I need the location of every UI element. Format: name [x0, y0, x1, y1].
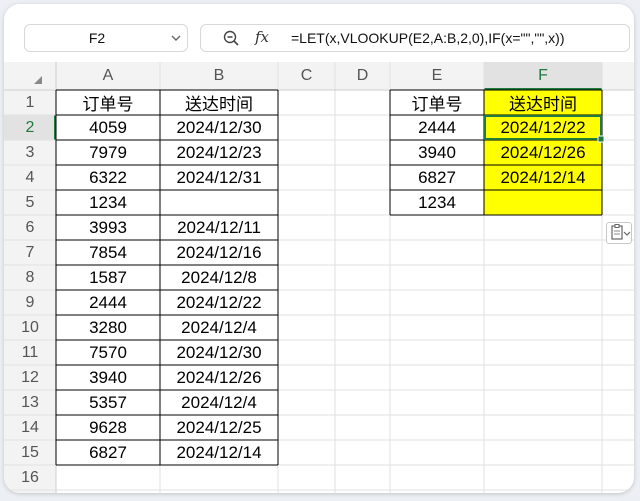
row-header-9[interactable]: 9	[4, 290, 56, 315]
cell-b9[interactable]: 2024/12/22	[160, 290, 278, 315]
cell-f1[interactable]: 送达时间	[484, 90, 602, 115]
cell-a1[interactable]: 订单号	[56, 90, 160, 115]
cell-b14[interactable]: 2024/12/25	[160, 415, 278, 440]
row-header-4[interactable]: 4	[4, 165, 56, 190]
column-header-a[interactable]: A	[56, 62, 160, 90]
formula-input[interactable]: fx =LET(x,VLOOKUP(E2,A:B,2,0),IF(x="",""…	[200, 24, 630, 52]
spreadsheet-window: F2 fx =LET(x,VLOOKUP(E2,A:B,2,0),IF(x=""…	[4, 4, 634, 493]
cell-a7[interactable]: 7854	[56, 240, 160, 265]
cell-e3[interactable]: 3940	[390, 140, 484, 165]
cell-a5[interactable]: 1234	[56, 190, 160, 215]
cell-b8[interactable]: 2024/12/8	[160, 265, 278, 290]
row-header-15[interactable]: 15	[4, 440, 56, 465]
cell-b6[interactable]: 2024/12/11	[160, 215, 278, 240]
cell-e2[interactable]: 2444	[390, 115, 484, 140]
column-header-f[interactable]: F	[484, 62, 602, 90]
row-header-16[interactable]: 16	[4, 465, 56, 490]
cell-a12[interactable]: 3940	[56, 365, 160, 390]
cell-b12[interactable]: 2024/12/26	[160, 365, 278, 390]
cell-a10[interactable]: 3280	[56, 315, 160, 340]
row-header-7[interactable]: 7	[4, 240, 56, 265]
cell-b15[interactable]: 2024/12/14	[160, 440, 278, 465]
cell-b1[interactable]: 送达时间	[160, 90, 278, 115]
column-header-e[interactable]: E	[390, 62, 484, 90]
cell-a3[interactable]: 7979	[56, 140, 160, 165]
cell-e5[interactable]: 1234	[390, 190, 484, 215]
cell-b4[interactable]: 2024/12/31	[160, 165, 278, 190]
cell-e4[interactable]: 6827	[390, 165, 484, 190]
row-header-1[interactable]: 1	[4, 90, 56, 115]
name-box-value: F2	[88, 30, 106, 46]
row-header-6[interactable]: 6	[4, 215, 56, 240]
formula-text: =LET(x,VLOOKUP(E2,A:B,2,0),IF(x="","",x)…	[291, 30, 565, 46]
cell-a15[interactable]: 6827	[56, 440, 160, 465]
row-header-11[interactable]: 11	[4, 340, 56, 365]
clipboard-icon	[611, 224, 631, 240]
cell-f3[interactable]: 2024/12/26	[484, 140, 602, 165]
cell-b3[interactable]: 2024/12/23	[160, 140, 278, 165]
zoom-icon[interactable]	[223, 30, 239, 46]
cell-f2[interactable]: 2024/12/22	[484, 115, 602, 140]
row-header-14[interactable]: 14	[4, 415, 56, 440]
row-header-2[interactable]: 2	[4, 115, 56, 140]
cell-f5[interactable]	[484, 190, 602, 215]
cell-a2[interactable]: 4059	[56, 115, 160, 140]
cell-b13[interactable]: 2024/12/4	[160, 390, 278, 415]
chevron-down-icon[interactable]	[171, 33, 181, 43]
cell-a8[interactable]: 1587	[56, 265, 160, 290]
paste-options-icon[interactable]	[606, 222, 632, 244]
row-header-3[interactable]: 3	[4, 140, 56, 165]
sheet-grid[interactable]: A B C D E F 1 2 3 4 5 6 7 8 9 10 11 12 13 14 15 16 订单号 4059 7979…	[4, 62, 634, 493]
column-header-d[interactable]: D	[335, 62, 390, 90]
cell-a13[interactable]: 5357	[56, 390, 160, 415]
row-header-5[interactable]: 5	[4, 190, 56, 215]
row-header-13[interactable]: 13	[4, 390, 56, 415]
cell-e1[interactable]: 订单号	[390, 90, 484, 115]
fx-icon[interactable]: fx	[255, 28, 269, 46]
cell-a9[interactable]: 2444	[56, 290, 160, 315]
row-header-8[interactable]: 8	[4, 265, 56, 290]
cell-a11[interactable]: 7570	[56, 340, 160, 365]
cell-a6[interactable]: 3993	[56, 215, 160, 240]
cell-a4[interactable]: 6322	[56, 165, 160, 190]
row-header-12[interactable]: 12	[4, 365, 56, 390]
cell-b7[interactable]: 2024/12/16	[160, 240, 278, 265]
cell-b2[interactable]: 2024/12/30	[160, 115, 278, 140]
column-header-c[interactable]: C	[278, 62, 335, 90]
cell-b5[interactable]	[160, 190, 278, 215]
cell-b10[interactable]: 2024/12/4	[160, 315, 278, 340]
cell-a14[interactable]: 9628	[56, 415, 160, 440]
cell-b11[interactable]: 2024/12/30	[160, 340, 278, 365]
formula-bar: F2 fx =LET(x,VLOOKUP(E2,A:B,2,0),IF(x=""…	[4, 4, 634, 62]
cell-f4[interactable]: 2024/12/14	[484, 165, 602, 190]
column-header-b[interactable]: B	[160, 62, 278, 90]
name-box[interactable]: F2	[24, 24, 188, 52]
row-header-10[interactable]: 10	[4, 315, 56, 340]
